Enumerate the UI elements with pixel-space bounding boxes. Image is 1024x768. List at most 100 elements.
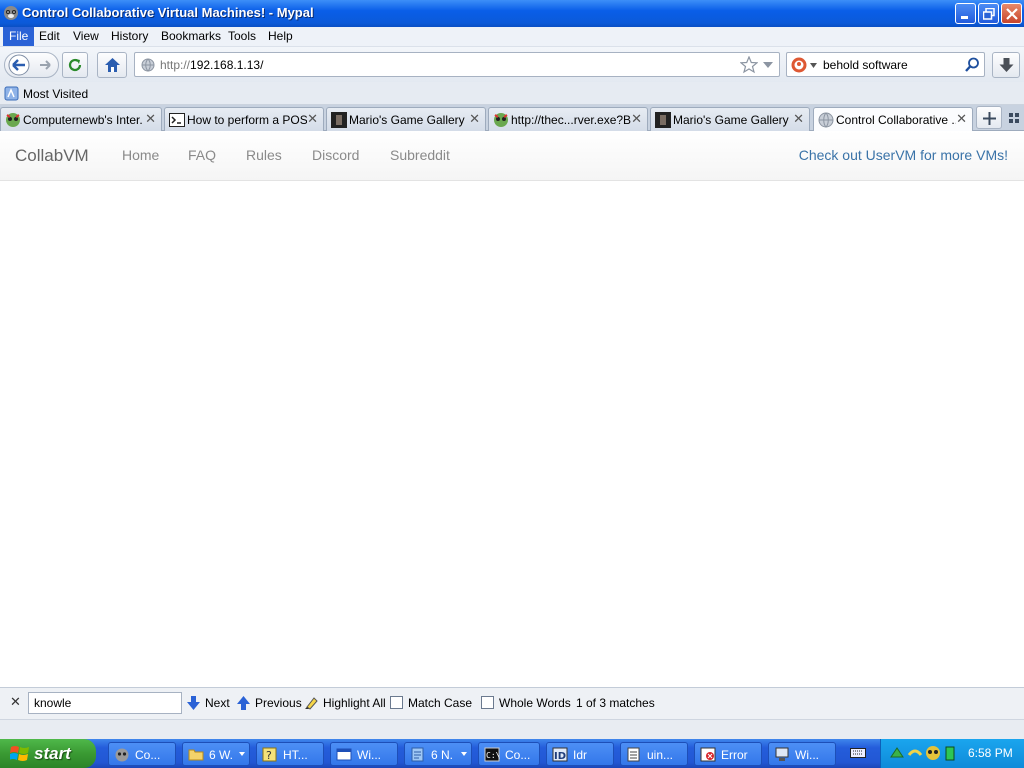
previous-arrow-icon[interactable] bbox=[237, 696, 250, 710]
nav-link-discord[interactable]: Discord bbox=[312, 147, 359, 163]
folder-icon bbox=[188, 749, 204, 761]
search-bar[interactable]: behold software bbox=[786, 52, 985, 77]
mypal-raccoon-icon bbox=[494, 113, 508, 127]
tab-server-exe[interactable]: http://thec...rver.exe?B ✕ bbox=[488, 107, 648, 131]
match-case-checkbox[interactable] bbox=[390, 696, 403, 709]
tab-close-icon[interactable]: ✕ bbox=[631, 113, 642, 126]
close-button[interactable] bbox=[1001, 3, 1022, 24]
taskbar-item[interactable]: Wi... bbox=[768, 742, 836, 766]
tab-label: Computernewb's Inter... bbox=[23, 113, 143, 127]
restore-icon bbox=[983, 8, 995, 20]
search-engine-dropdown-icon[interactable] bbox=[810, 63, 817, 68]
taskbar-item-label: uin... bbox=[647, 748, 674, 762]
search-input[interactable]: behold software bbox=[823, 58, 908, 72]
nav-link-faq[interactable]: FAQ bbox=[188, 147, 216, 163]
back-arrow-icon[interactable] bbox=[8, 54, 30, 76]
reload-button[interactable] bbox=[62, 52, 88, 78]
taskbar-item-label: 6 N. bbox=[431, 748, 454, 762]
whole-words-label[interactable]: Whole Words bbox=[499, 696, 571, 710]
tray-battery-icon[interactable] bbox=[945, 745, 955, 761]
window-title-bar[interactable]: Control Collaborative Virtual Machines! … bbox=[0, 0, 1024, 27]
close-findbar-icon[interactable]: ✕ bbox=[10, 695, 21, 710]
collabvm-navbar: CollabVM Home FAQ Rules Discord Subreddi… bbox=[0, 131, 1024, 181]
forward-arrow-icon[interactable] bbox=[37, 57, 53, 73]
menu-edit[interactable]: Edit bbox=[33, 27, 66, 46]
plus-icon bbox=[983, 112, 996, 125]
home-button[interactable] bbox=[97, 52, 127, 78]
taskbar-item[interactable]: ID Idr bbox=[546, 742, 614, 766]
taskbar-item[interactable]: uin... bbox=[620, 742, 688, 766]
restore-button[interactable] bbox=[978, 3, 999, 24]
tab-close-icon[interactable]: ✕ bbox=[956, 113, 967, 126]
tab-mario-gallery-1[interactable]: Mario's Game Gallery | ... ✕ bbox=[326, 107, 486, 131]
nav-link-rules[interactable]: Rules bbox=[246, 147, 282, 163]
windows-taskbar: start Co... 6 W. ? HT... Wi... 6 N. C:\ … bbox=[0, 739, 1024, 768]
downloads-button[interactable] bbox=[992, 52, 1020, 78]
search-icon[interactable] bbox=[965, 57, 980, 72]
menu-history[interactable]: History bbox=[105, 27, 154, 46]
tab-collabvm-active[interactable]: Control Collaborative ... ✕ bbox=[813, 107, 973, 132]
uservm-link[interactable]: Check out UserVM for more VMs! bbox=[799, 147, 1008, 163]
tab-close-icon[interactable]: ✕ bbox=[469, 113, 480, 126]
reload-icon bbox=[68, 58, 82, 72]
taskbar-item[interactable]: C:\ Co... bbox=[478, 742, 540, 766]
most-visited-bookmark[interactable]: Most Visited bbox=[23, 87, 88, 101]
tray-network-icon[interactable] bbox=[907, 745, 923, 761]
duckduckgo-icon[interactable] bbox=[791, 57, 807, 73]
svg-text:C:\: C:\ bbox=[486, 751, 500, 760]
menu-file[interactable]: File bbox=[3, 27, 35, 46]
whole-words-checkbox[interactable] bbox=[481, 696, 494, 709]
mario-gallery-icon bbox=[655, 112, 671, 128]
tab-posix[interactable]: How to perform a POS... ✕ bbox=[164, 107, 324, 131]
menu-help[interactable]: Help bbox=[262, 27, 299, 46]
mypal-raccoon-icon bbox=[4, 6, 18, 20]
url-host: 192.168.1.13/ bbox=[190, 58, 264, 72]
mario-gallery-icon bbox=[331, 112, 347, 128]
taskbar-item-label: Error bbox=[721, 748, 748, 762]
url-text[interactable]: http://192.168.1.13/ bbox=[160, 58, 263, 72]
minimize-icon bbox=[961, 16, 968, 19]
clock[interactable]: 6:58 PM bbox=[968, 746, 1013, 760]
menu-tools[interactable]: Tools bbox=[222, 27, 262, 46]
keyboard-icon[interactable] bbox=[850, 747, 866, 759]
tray-recycle-icon[interactable] bbox=[889, 745, 905, 761]
taskbar-item[interactable]: ? HT... bbox=[256, 742, 324, 766]
back-forward-group bbox=[4, 52, 59, 78]
menu-view[interactable]: View bbox=[67, 27, 105, 46]
taskbar-item[interactable]: 6 N. bbox=[404, 742, 472, 766]
taskbar-item-label: Wi... bbox=[795, 748, 819, 762]
taskbar-item-label: Co... bbox=[135, 748, 161, 762]
mypal-raccoon-icon bbox=[6, 113, 20, 127]
home-icon bbox=[105, 58, 120, 72]
find-input[interactable]: knowle bbox=[28, 692, 182, 714]
find-next-button[interactable]: Next bbox=[205, 696, 230, 710]
menu-bookmarks[interactable]: Bookmarks bbox=[155, 27, 227, 46]
collabvm-brand[interactable]: CollabVM bbox=[15, 146, 89, 166]
tray-raccoon-icon[interactable] bbox=[925, 745, 941, 761]
find-previous-button[interactable]: Previous bbox=[255, 696, 302, 710]
tab-mario-gallery-2[interactable]: Mario's Game Gallery | ... ✕ bbox=[650, 107, 810, 131]
bookmarks-toolbar: Most Visited bbox=[0, 82, 1024, 105]
tab-close-icon[interactable]: ✕ bbox=[145, 113, 156, 126]
url-bar[interactable]: http://192.168.1.13/ bbox=[134, 52, 780, 77]
tab-close-icon[interactable]: ✕ bbox=[793, 113, 804, 126]
new-tab-button[interactable] bbox=[976, 106, 1002, 129]
bookmark-star-icon[interactable] bbox=[740, 56, 758, 74]
window-icon bbox=[336, 748, 352, 761]
match-case-label[interactable]: Match Case bbox=[408, 696, 472, 710]
nav-link-home[interactable]: Home bbox=[122, 147, 159, 163]
tab-computernewb[interactable]: Computernewb's Inter... ✕ bbox=[0, 107, 162, 131]
highlight-all-button[interactable]: Highlight All bbox=[323, 696, 386, 710]
minimize-button[interactable] bbox=[955, 3, 976, 24]
taskbar-item[interactable]: Wi... bbox=[330, 742, 398, 766]
list-all-tabs-icon[interactable] bbox=[1009, 113, 1019, 123]
taskbar-item[interactable]: Co... bbox=[108, 742, 176, 766]
start-button[interactable]: start bbox=[0, 739, 96, 768]
next-arrow-icon[interactable] bbox=[187, 696, 200, 710]
tab-close-icon[interactable]: ✕ bbox=[307, 113, 318, 126]
error-app-icon bbox=[700, 747, 716, 762]
taskbar-item[interactable]: 6 W. bbox=[182, 742, 250, 766]
url-dropdown-icon[interactable] bbox=[763, 62, 773, 68]
nav-link-subreddit[interactable]: Subreddit bbox=[390, 147, 450, 163]
taskbar-item[interactable]: Error bbox=[694, 742, 762, 766]
